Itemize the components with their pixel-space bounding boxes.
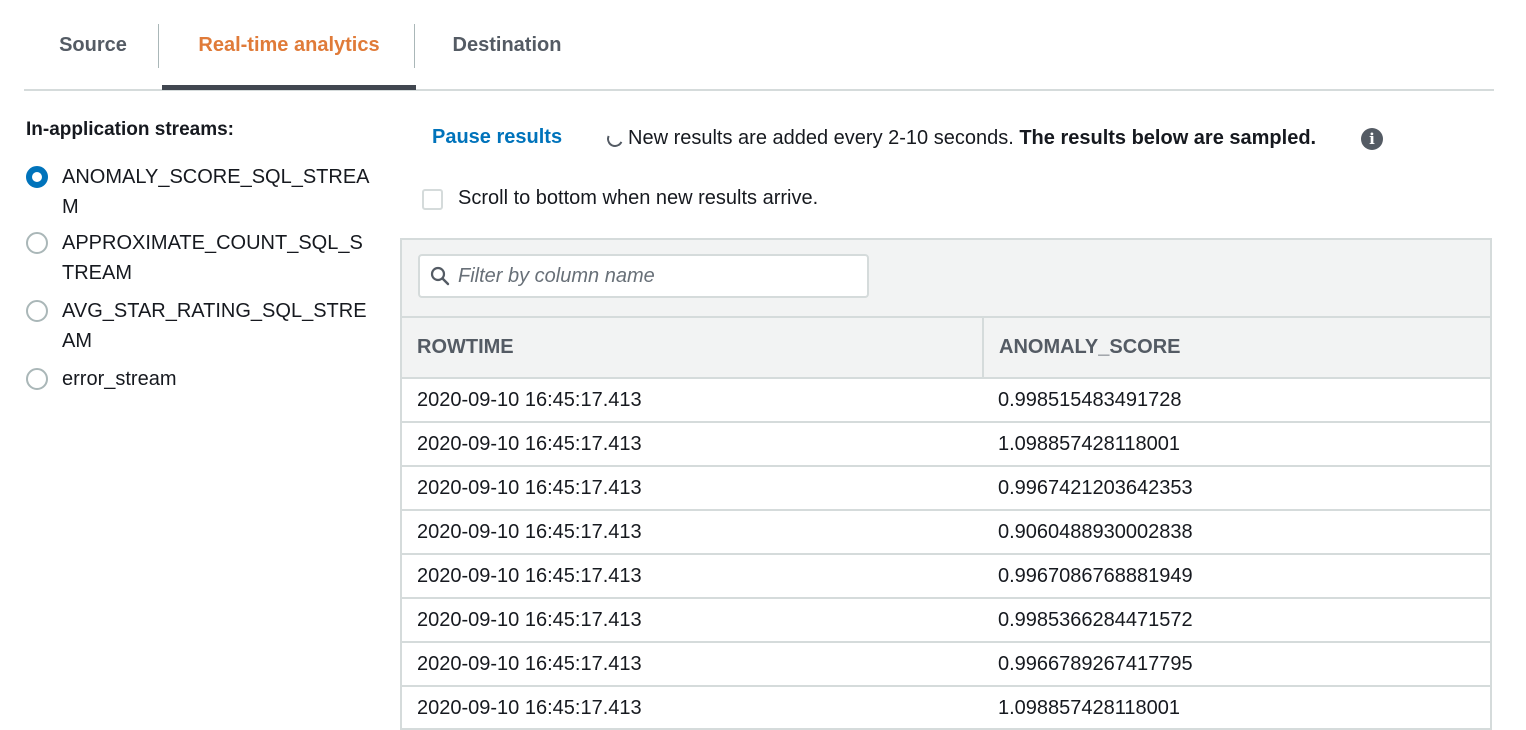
- scroll-to-bottom-label[interactable]: Scroll to bottom when new results arrive…: [458, 187, 818, 210]
- stream-label: error_stream: [62, 368, 177, 390]
- cell-rowtime: 2020-09-10 16:45:17.413: [402, 378, 983, 423]
- tab-divider: [414, 24, 415, 68]
- tab-bar: Source Real-time analytics Destination: [24, 0, 1494, 91]
- stream-option-error-stream[interactable]: error_stream: [26, 364, 376, 394]
- tab-divider: [158, 24, 159, 68]
- pause-results-link[interactable]: Pause results: [432, 126, 562, 149]
- table-row: 2020-09-10 16:45:17.413 0.99853662844715…: [402, 598, 1490, 643]
- results-status-text: New results are added every 2-10 seconds…: [628, 127, 1316, 150]
- filter-input[interactable]: [456, 256, 856, 296]
- results-table: ROWTIME ANOMALY_SCORE 2020-09-10 16:45:1…: [402, 318, 1490, 728]
- cell-rowtime: 2020-09-10 16:45:17.413: [402, 554, 983, 599]
- table-row: 2020-09-10 16:45:17.413 0.99670867688819…: [402, 554, 1490, 599]
- cell-anomaly-score: 0.9060488930002838: [983, 510, 1490, 555]
- status-bold-text: The results below are sampled.: [1019, 127, 1317, 149]
- filter-bar: [402, 240, 1490, 318]
- table-row: 2020-09-10 16:45:17.413 0.99851548349172…: [402, 378, 1490, 423]
- radio-unchecked-icon[interactable]: [26, 300, 48, 322]
- stream-label: AVG_STAR_RATING_SQL_STREAM: [62, 300, 367, 352]
- cell-anomaly-score: 0.9966789267417795: [983, 642, 1490, 687]
- table-header-row: ROWTIME ANOMALY_SCORE: [402, 318, 1490, 379]
- cell-anomaly-score: 0.998515483491728: [983, 378, 1490, 423]
- results-panel: ROWTIME ANOMALY_SCORE 2020-09-10 16:45:1…: [400, 238, 1492, 730]
- radio-checked-icon[interactable]: [26, 166, 48, 188]
- column-header-anomaly-score[interactable]: ANOMALY_SCORE: [983, 318, 1490, 379]
- cell-anomaly-score: 0.9985366284471572: [983, 598, 1490, 643]
- radio-unchecked-icon[interactable]: [26, 368, 48, 390]
- cell-rowtime: 2020-09-10 16:45:17.413: [402, 598, 983, 643]
- tab-source[interactable]: Source: [30, 24, 156, 66]
- table-row: 2020-09-10 16:45:17.413 1.09885742811800…: [402, 686, 1490, 728]
- table-row: 2020-09-10 16:45:17.413 0.99667892674177…: [402, 642, 1490, 687]
- filter-box[interactable]: [418, 254, 869, 298]
- cell-anomaly-score: 0.9967086768881949: [983, 554, 1490, 599]
- tab-real-time-analytics[interactable]: Real-time analytics: [162, 24, 416, 66]
- cell-rowtime: 2020-09-10 16:45:17.413: [402, 466, 983, 511]
- cell-rowtime: 2020-09-10 16:45:17.413: [402, 510, 983, 555]
- status-text: New results are added every 2-10 seconds…: [628, 127, 1014, 149]
- table-row: 2020-09-10 16:45:17.413 0.99674212036423…: [402, 466, 1490, 511]
- cell-rowtime: 2020-09-10 16:45:17.413: [402, 422, 983, 467]
- loading-spinner-icon: [604, 128, 626, 150]
- scroll-to-bottom-checkbox[interactable]: [422, 189, 443, 210]
- cell-rowtime: 2020-09-10 16:45:17.413: [402, 686, 983, 728]
- info-icon[interactable]: i: [1361, 128, 1383, 150]
- cell-anomaly-score: 1.098857428118001: [983, 422, 1490, 467]
- radio-unchecked-icon[interactable]: [26, 232, 48, 254]
- search-icon: [430, 266, 450, 286]
- stream-option-avg-star-rating[interactable]: AVG_STAR_RATING_SQL_STREAM: [26, 296, 376, 356]
- stream-option-approximate-count[interactable]: APPROXIMATE_COUNT_SQL_STREAM: [26, 228, 376, 288]
- cell-anomaly-score: 1.098857428118001: [983, 686, 1490, 728]
- column-header-rowtime[interactable]: ROWTIME: [402, 318, 984, 379]
- tab-destination[interactable]: Destination: [420, 24, 594, 66]
- table-row: 2020-09-10 16:45:17.413 0.90604889300028…: [402, 510, 1490, 555]
- stream-label: ANOMALY_SCORE_SQL_STREAM: [62, 166, 370, 218]
- streams-title: In-application streams:: [26, 119, 234, 140]
- stream-label: APPROXIMATE_COUNT_SQL_STREAM: [62, 232, 363, 284]
- active-tab-indicator: [162, 85, 416, 90]
- table-row: 2020-09-10 16:45:17.413 1.09885742811800…: [402, 422, 1490, 467]
- cell-anomaly-score: 0.9967421203642353: [983, 466, 1490, 511]
- cell-rowtime: 2020-09-10 16:45:17.413: [402, 642, 983, 687]
- stream-option-anomaly-score[interactable]: ANOMALY_SCORE_SQL_STREAM: [26, 162, 376, 222]
